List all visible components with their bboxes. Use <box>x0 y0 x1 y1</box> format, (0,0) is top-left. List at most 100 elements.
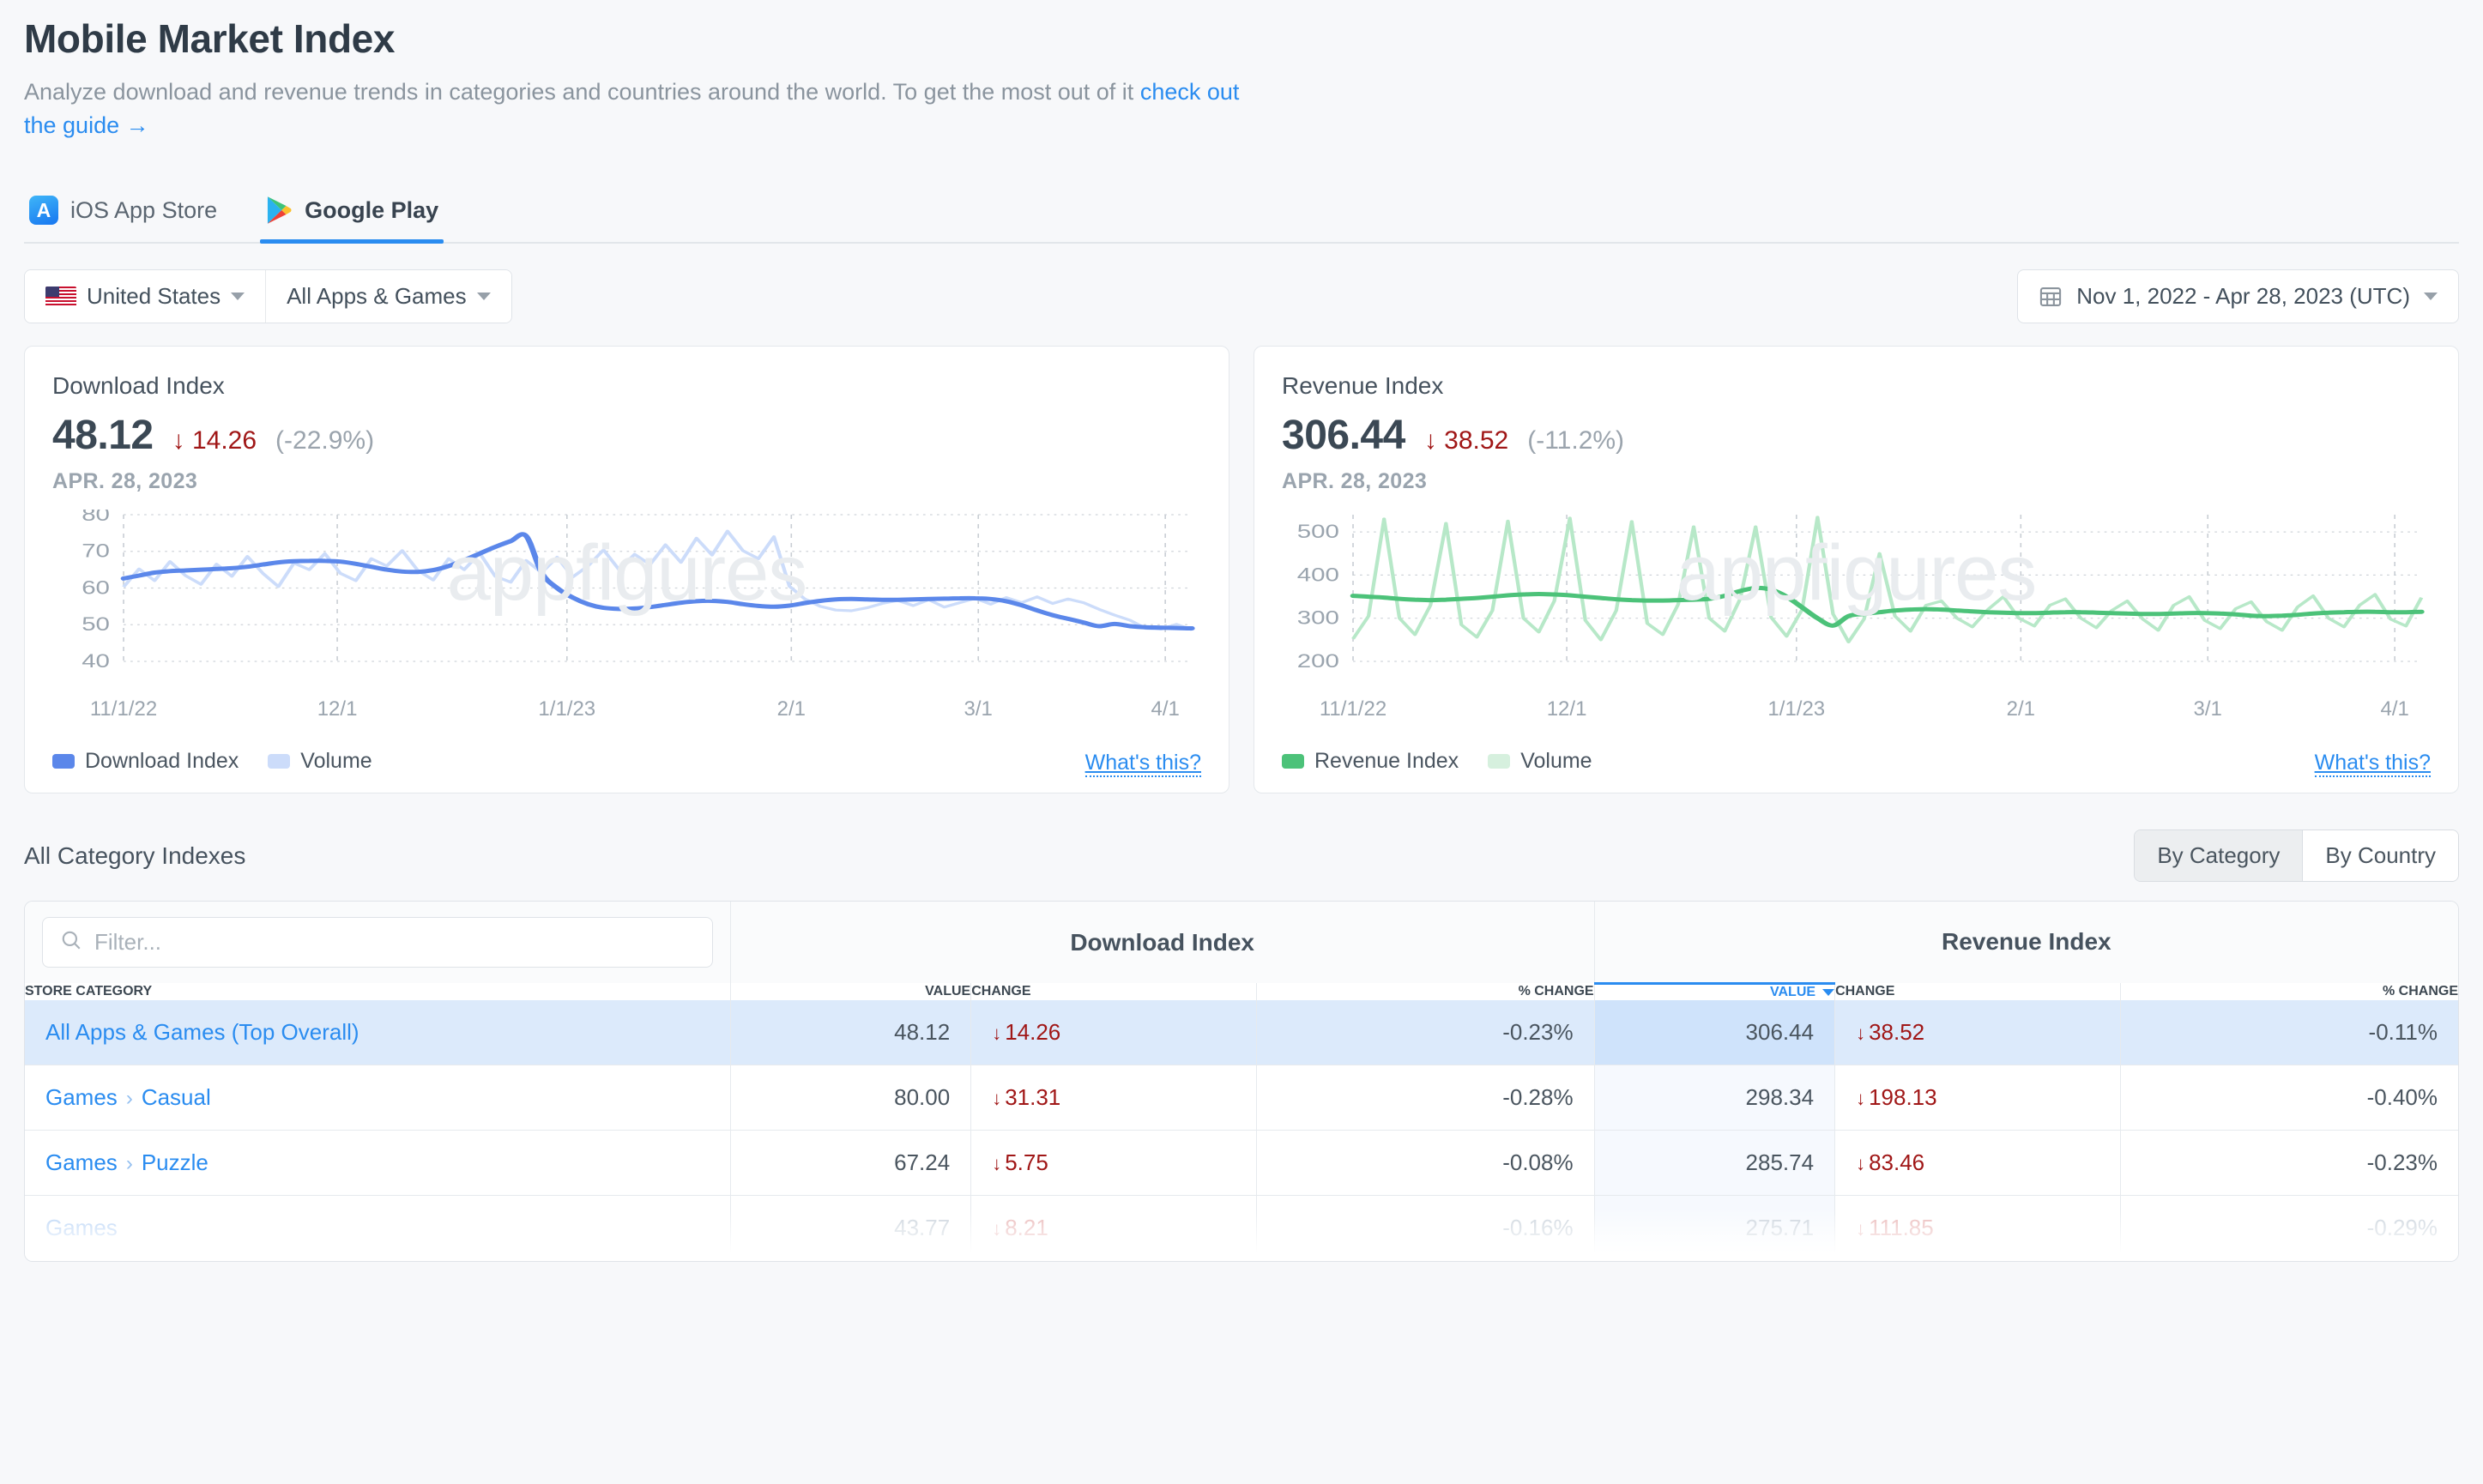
revenue-index-label: Revenue Index <box>1282 372 1444 400</box>
svg-text:50: 50 <box>82 613 110 635</box>
revenue-index-xaxis: 11/1/22 12/1 1/1/23 2/1 3/1 4/1 <box>1282 697 2431 727</box>
filter-cell <box>25 902 731 984</box>
whats-this-link-download[interactable]: What's this? <box>1084 751 1201 778</box>
svg-text:500: 500 <box>1297 521 1339 542</box>
x-tick-label: 1/1/23 <box>1767 697 1826 721</box>
view-toggle-group: By Category By Country <box>2134 829 2459 883</box>
col-download-change[interactable]: CHANGE <box>970 983 1257 1000</box>
svg-text:80: 80 <box>82 510 110 525</box>
x-tick-label: 3/1 <box>2193 697 2222 721</box>
cell-revenue-value: 275.71 <box>1593 1195 1835 1261</box>
toggle-by-country[interactable]: By Country <box>2302 830 2458 882</box>
market-index-page: Mobile Market Index Analyze download and… <box>0 0 2483 1262</box>
table-row[interactable]: Games › Casual 80.00 ↓ 31.31 -0.28% 298.34 ↓ 198.… <box>25 1065 2458 1131</box>
whats-this-link-revenue[interactable]: What's this? <box>2314 751 2431 778</box>
svg-text:40: 40 <box>82 650 110 672</box>
svg-text:70: 70 <box>82 540 110 562</box>
category-link[interactable]: Games <box>45 1215 118 1240</box>
search-icon <box>60 929 82 956</box>
cell-revenue-pct-change: -0.23% <box>2119 1130 2458 1196</box>
date-range-selector[interactable]: Nov 1, 2022 - Apr 28, 2023 (UTC) <box>2017 269 2459 324</box>
cell-download-change: ↓ 14.26 <box>970 999 1257 1065</box>
filter-input[interactable] <box>94 929 695 956</box>
category-parent-link[interactable]: Games <box>45 1084 118 1110</box>
cell-store-category[interactable]: Games <box>25 1195 731 1261</box>
legend-item-volume[interactable]: Volume <box>268 749 372 774</box>
cell-store-category[interactable]: Games › Puzzle <box>25 1130 731 1196</box>
index-cards: Download Index 48.12 ↓ 14.26 (-22.9%) AP… <box>24 346 2459 794</box>
revenue-index-chart: appfigures 200 300 400 500 <box>1282 510 2431 694</box>
cell-store-category[interactable]: Games › Casual <box>25 1065 731 1131</box>
cell-download-pct-change: -0.16% <box>1256 1195 1595 1261</box>
revenue-index-card: Revenue Index 306.44 ↓ 38.52 (-11.2%) AP… <box>1254 346 2459 794</box>
x-tick-label: 4/1 <box>2380 697 2409 721</box>
page-title: Mobile Market Index <box>24 16 396 61</box>
category-index-table: Download Index Revenue Index STORE CATEG… <box>25 902 2458 1261</box>
table-column-header-row: STORE CATEGORY VALUE CHANGE % CHANGE VAL… <box>25 981 2458 1000</box>
download-index-plot: 40 50 60 70 80 <box>82 510 1195 672</box>
svg-text:60: 60 <box>82 576 110 598</box>
cell-store-category[interactable]: All Apps & Games (Top Overall) <box>25 999 731 1065</box>
x-tick-label: 2/1 <box>2006 697 2035 721</box>
cell-revenue-pct-change: -0.40% <box>2119 1065 2458 1131</box>
cell-revenue-pct-change: -0.29% <box>2119 1195 2458 1261</box>
country-selector-label: United States <box>87 283 221 310</box>
legend-label-volume: Volume <box>1520 749 1592 774</box>
cell-download-pct-change: -0.08% <box>1256 1130 1595 1196</box>
x-tick-label: 12/1 <box>1546 697 1587 721</box>
arrow-down-icon: ↓ <box>1856 1152 1866 1174</box>
legend-swatch-icon <box>268 754 291 769</box>
group-header-revenue-index: Revenue Index <box>1594 902 2458 984</box>
category-parent-link[interactable]: Games <box>45 1149 118 1175</box>
section-title: All Category Indexes <box>24 842 246 869</box>
page-subtitle-text: Analyze download and revenue trends in c… <box>24 79 1140 105</box>
col-download-pct-change[interactable]: % CHANGE <box>1256 983 1595 1000</box>
cell-revenue-change: ↓ 111.85 <box>1834 1195 2121 1261</box>
google-play-icon <box>265 196 293 225</box>
page-subtitle: Analyze download and revenue trends in c… <box>24 75 1251 142</box>
col-download-value[interactable]: VALUE <box>729 983 971 1000</box>
svg-text:400: 400 <box>1297 564 1339 585</box>
x-tick-label: 2/1 <box>776 697 806 721</box>
cell-revenue-pct-change: -0.11% <box>2119 999 2458 1065</box>
table-row[interactable]: All Apps & Games (Top Overall) 48.12 ↓ 14.2… <box>25 999 2458 1065</box>
col-store-category[interactable]: STORE CATEGORY <box>25 983 730 1000</box>
arrow-down-icon: ↓ <box>992 1022 1002 1044</box>
toggle-by-category[interactable]: By Category <box>2135 830 2303 882</box>
table-row[interactable]: Games › Puzzle 67.24 ↓ 5.75 -0.08% 285.74 ↓ 83.46… <box>25 1130 2458 1196</box>
download-index-summary: 48.12 ↓ 14.26 (-22.9%) <box>52 412 1201 459</box>
category-child-link[interactable]: Casual <box>142 1084 211 1110</box>
tab-ios-app-store[interactable]: A iOS App Store <box>24 187 222 242</box>
chevron-down-icon <box>2424 293 2438 301</box>
category-child-link[interactable]: Puzzle <box>142 1149 208 1175</box>
download-index-label: Download Index <box>52 372 225 400</box>
scope-selectors: United States All Apps & Games <box>24 269 512 324</box>
category-index-table-card: Download Index Revenue Index STORE CATEG… <box>24 901 2459 1262</box>
col-revenue-value-label: VALUE <box>1770 984 1816 999</box>
arrow-down-icon: ↓ <box>992 1087 1002 1109</box>
category-link[interactable]: All Apps & Games (Top Overall) <box>45 1019 359 1045</box>
download-index-legend: Download Index Volume What's this? <box>52 749 1201 778</box>
x-tick-label: 11/1/22 <box>89 697 158 721</box>
tab-google-play[interactable]: Google Play <box>260 187 444 244</box>
download-index-value: 48.12 <box>52 413 154 459</box>
revenue-index-asof: APR. 28, 2023 <box>1282 469 1428 494</box>
category-selector[interactable]: All Apps & Games <box>265 270 511 323</box>
legend-item-volume[interactable]: Volume <box>1488 749 1592 774</box>
table-row[interactable]: Games 43.77 ↓ 8.21 -0.16% 275.71 ↓ 111.85 -0.29% <box>25 1195 2458 1261</box>
col-revenue-pct-change[interactable]: % CHANGE <box>2119 983 2458 1000</box>
download-index-card: Download Index 48.12 ↓ 14.26 (-22.9%) AP… <box>24 346 1229 794</box>
sort-desc-icon <box>1822 988 1835 996</box>
country-selector[interactable]: United States <box>25 270 266 323</box>
filter-box[interactable] <box>42 917 713 968</box>
legend-item-download-index[interactable]: Download Index <box>52 749 239 774</box>
arrow-down-icon: ↓ <box>992 1217 1002 1240</box>
download-index-change-pct: (-22.9%) <box>275 426 375 455</box>
col-revenue-value[interactable]: VALUE <box>1593 981 1835 1000</box>
col-revenue-change[interactable]: CHANGE <box>1834 983 2121 1000</box>
tab-google-play-label: Google Play <box>305 196 439 223</box>
revenue-index-plot: 200 300 400 500 <box>1297 515 2425 672</box>
legend-item-revenue-index[interactable]: Revenue Index <box>1282 749 1459 774</box>
legend-label-revenue-index: Revenue Index <box>1314 749 1459 774</box>
download-index-xaxis: 11/1/22 12/1 1/1/23 2/1 3/1 4/1 <box>52 697 1201 727</box>
